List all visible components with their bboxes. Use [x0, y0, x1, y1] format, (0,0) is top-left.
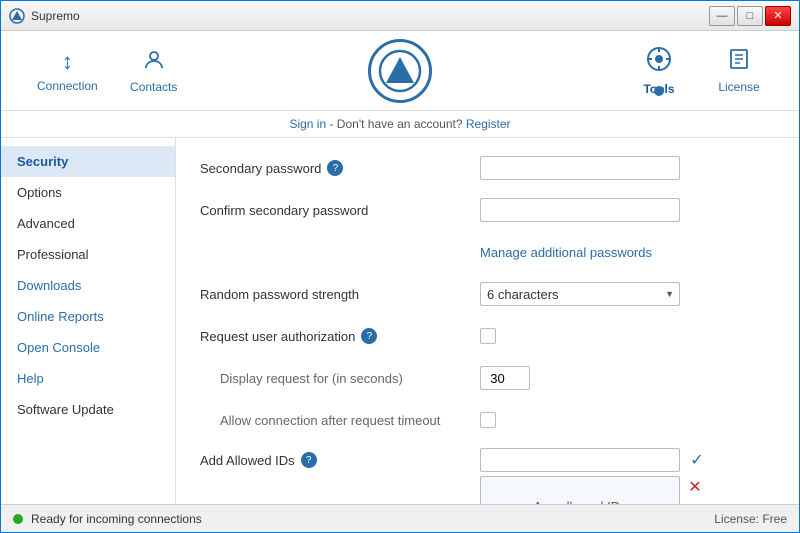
request-authorization-label: Request user authorization ?	[200, 328, 480, 344]
random-password-strength-select[interactable]: 4 characters 5 characters 6 characters 7…	[480, 282, 680, 306]
window-title: Supremo	[31, 9, 709, 23]
nav-license[interactable]: License	[699, 40, 779, 102]
secondary-password-control	[480, 156, 775, 180]
confirm-secondary-password-row: Confirm secondary password	[200, 196, 775, 224]
connection-icon: ↕	[62, 49, 73, 75]
contacts-label: Contacts	[130, 80, 177, 94]
add-allowed-ids-help-icon[interactable]: ?	[301, 452, 317, 468]
manage-passwords-row: Manage additional passwords	[200, 238, 775, 266]
random-password-strength-row: Random password strength 4 characters 5 …	[200, 280, 775, 308]
confirm-secondary-password-label: Confirm secondary password	[200, 203, 480, 218]
allowed-ids-list-area: Any allowed IDs ✕	[480, 476, 775, 504]
random-password-select-wrapper: 4 characters 5 characters 6 characters 7…	[480, 282, 680, 306]
sidebar-item-software-update[interactable]: Software Update	[1, 394, 175, 425]
display-request-row: Display request for (in seconds)	[200, 364, 775, 392]
add-allowed-ids-section: Add Allowed IDs ? ✓ Any allowed IDs ✕	[200, 448, 775, 504]
signin-text: - Don't have an account?	[326, 117, 466, 131]
nav-contacts[interactable]: Contacts	[114, 40, 194, 102]
request-authorization-row: Request user authorization ?	[200, 322, 775, 350]
sidebar-item-professional[interactable]: Professional	[1, 239, 175, 270]
register-link[interactable]: Register	[466, 117, 511, 131]
close-button[interactable]: ✕	[765, 6, 791, 26]
allow-connection-row: Allow connection after request timeout	[200, 406, 775, 434]
allow-connection-checkbox[interactable]	[480, 412, 496, 428]
allowed-ids-remove-button[interactable]: ✕	[684, 476, 706, 498]
request-authorization-control	[480, 328, 775, 344]
request-authorization-checkbox[interactable]	[480, 328, 496, 344]
license-icon	[728, 48, 750, 76]
app-window: Supremo — □ ✕ ↕ Connection Contacts	[0, 0, 800, 533]
nav-connection[interactable]: ↕ Connection	[21, 41, 114, 101]
nav-tools[interactable]: Tools	[619, 38, 699, 104]
add-allowed-ids-control: ✓ Any allowed IDs ✕	[480, 448, 775, 504]
display-request-label: Display request for (in seconds)	[200, 371, 480, 386]
secondary-password-input[interactable]	[480, 156, 680, 180]
maximize-button[interactable]: □	[737, 6, 763, 26]
active-indicator	[654, 86, 664, 96]
title-bar: Supremo — □ ✕	[1, 1, 799, 31]
sidebar: Security Options Advanced Professional D…	[1, 138, 176, 504]
license-text: License: Free	[714, 512, 787, 526]
sidebar-item-security[interactable]: Security	[1, 146, 175, 177]
allowed-ids-box: Any allowed IDs	[480, 476, 680, 504]
manage-passwords-link[interactable]: Manage additional passwords	[480, 245, 652, 260]
status-indicator	[13, 514, 23, 524]
secondary-password-row: Secondary password ?	[200, 154, 775, 182]
confirm-secondary-password-control	[480, 198, 775, 222]
display-request-input[interactable]	[480, 366, 530, 390]
allow-connection-label: Allow connection after request timeout	[200, 413, 480, 428]
request-authorization-help-icon[interactable]: ?	[361, 328, 377, 344]
sidebar-item-advanced[interactable]: Advanced	[1, 208, 175, 239]
signin-link[interactable]: Sign in	[289, 117, 326, 131]
app-icon	[9, 8, 25, 24]
app-logo	[368, 39, 432, 103]
secondary-password-help-icon[interactable]: ?	[327, 160, 343, 176]
contacts-icon	[143, 48, 165, 76]
signin-bar: Sign in - Don't have an account? Registe…	[1, 111, 799, 138]
confirm-secondary-password-input[interactable]	[480, 198, 680, 222]
sidebar-item-downloads[interactable]: Downloads	[1, 270, 175, 301]
secondary-password-label: Secondary password ?	[200, 160, 480, 176]
allowed-ids-input-row: ✓	[480, 448, 775, 472]
add-allowed-ids-label: Add Allowed IDs ?	[200, 448, 480, 468]
status-text: Ready for incoming connections	[31, 512, 714, 526]
sidebar-item-options[interactable]: Options	[1, 177, 175, 208]
sidebar-item-help[interactable]: Help	[1, 363, 175, 394]
settings-panel: Secondary password ? Confirm secondary p…	[176, 138, 799, 504]
license-label: License	[718, 80, 759, 94]
main-content: Security Options Advanced Professional D…	[1, 138, 799, 504]
top-nav: ↕ Connection Contacts	[1, 31, 799, 111]
display-request-control	[480, 366, 775, 390]
allowed-ids-text-input[interactable]	[480, 448, 680, 472]
random-password-strength-control: 4 characters 5 characters 6 characters 7…	[480, 282, 775, 306]
status-bar: Ready for incoming connections License: …	[1, 504, 799, 532]
manage-passwords-control: Manage additional passwords	[480, 245, 775, 260]
connection-label: Connection	[37, 79, 98, 93]
allowed-ids-add-button[interactable]: ✓	[686, 449, 708, 471]
random-password-strength-label: Random password strength	[200, 287, 480, 302]
tools-icon	[646, 46, 672, 78]
allow-connection-control	[480, 412, 775, 428]
sidebar-item-open-console[interactable]: Open Console	[1, 332, 175, 363]
minimize-button[interactable]: —	[709, 6, 735, 26]
sidebar-item-online-reports[interactable]: Online Reports	[1, 301, 175, 332]
window-controls: — □ ✕	[709, 6, 791, 26]
